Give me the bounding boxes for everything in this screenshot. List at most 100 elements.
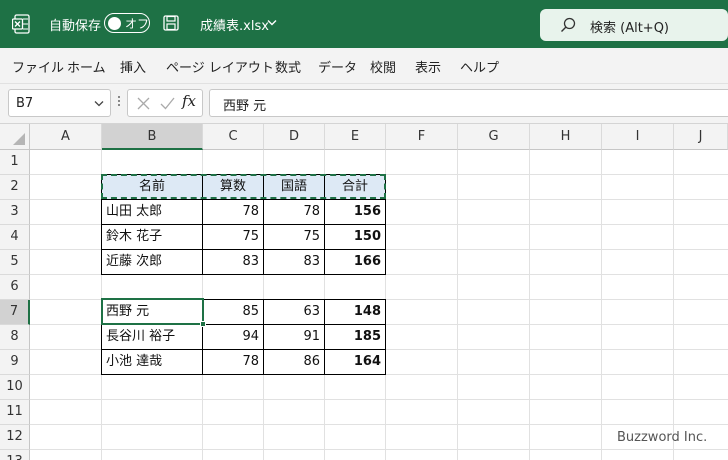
more-vertical-icon[interactable]: [117, 94, 121, 108]
row-header-4[interactable]: 4: [0, 225, 30, 250]
gridline: [457, 150, 458, 460]
name-box[interactable]: B7: [8, 89, 111, 117]
menu-formulas[interactable]: 数式: [275, 57, 301, 76]
row-header-8[interactable]: 8: [0, 325, 30, 350]
spreadsheet-grid[interactable]: A B C D E F G H I J 1 2 3 4 5 6 7 8 9 10…: [0, 124, 728, 460]
row-header-2[interactable]: 2: [0, 175, 30, 200]
cell-d9[interactable]: 86: [264, 350, 324, 375]
cell-c9[interactable]: 78: [203, 350, 263, 375]
title-bar: 自動保存 オフ 成績表.xlsx 検索 (Alt+Q): [0, 0, 728, 48]
header-cell-total[interactable]: 合計: [325, 175, 385, 200]
formula-tools: fx: [127, 89, 203, 117]
table-border: [101, 224, 386, 225]
cell-c5[interactable]: 83: [203, 250, 263, 275]
column-header-c[interactable]: C: [203, 124, 264, 150]
cell-d3[interactable]: 78: [264, 200, 324, 225]
fill-handle[interactable]: [200, 321, 206, 327]
search-placeholder: 検索 (Alt+Q): [590, 21, 670, 36]
autosave-toggle[interactable]: オフ: [104, 13, 150, 33]
search-box[interactable]: 検索 (Alt+Q): [540, 9, 728, 41]
insert-function-button[interactable]: fx: [182, 92, 196, 110]
column-header-b[interactable]: B: [102, 124, 203, 150]
cell-c4[interactable]: 75: [203, 225, 263, 250]
gridline: [30, 449, 728, 450]
column-header-e[interactable]: E: [325, 124, 386, 150]
cell-e4[interactable]: 150: [325, 225, 385, 250]
cell-c3[interactable]: 78: [203, 200, 263, 225]
gridline: [30, 424, 728, 425]
cell-b9[interactable]: 小池 達哉: [102, 350, 202, 375]
formula-value: 西野 元: [223, 99, 267, 114]
column-header-j[interactable]: J: [674, 124, 728, 150]
column-header-f[interactable]: F: [386, 124, 458, 150]
cell-b5[interactable]: 近藤 次郎: [102, 250, 202, 275]
table-border: [101, 324, 386, 325]
column-header-h[interactable]: H: [530, 124, 602, 150]
menu-data[interactable]: データ: [318, 57, 357, 76]
toggle-label: オフ: [125, 17, 150, 31]
menu-page-layout[interactable]: ページ レイアウト: [166, 57, 274, 76]
file-name[interactable]: 成績表.xlsx: [200, 15, 269, 34]
ribbon-menu: ファイル ホーム 挿入 ページ レイアウト 数式 データ 校閲 表示 ヘルプ: [0, 48, 728, 84]
cell-b3[interactable]: 山田 太郎: [102, 200, 202, 225]
row-header-7[interactable]: 7: [0, 300, 30, 325]
row-header-3[interactable]: 3: [0, 200, 30, 225]
gridline: [601, 150, 602, 460]
row-header-13[interactable]: 13: [0, 450, 30, 460]
cell-b8[interactable]: 長谷川 裕子: [102, 325, 202, 350]
autosave-label: 自動保存: [49, 19, 102, 34]
menu-help[interactable]: ヘルプ: [460, 57, 499, 76]
column-header-i[interactable]: I: [602, 124, 674, 150]
cell-d4[interactable]: 75: [264, 225, 324, 250]
chevron-down-icon[interactable]: [267, 19, 277, 26]
cell-d7[interactable]: 63: [264, 300, 324, 325]
row-header-1[interactable]: 1: [0, 150, 30, 175]
cell-e9[interactable]: 164: [325, 350, 385, 375]
header-cell-name[interactable]: 名前: [102, 175, 202, 200]
search-icon: [561, 17, 576, 32]
header-cell-japanese[interactable]: 国語: [264, 175, 324, 200]
menu-home[interactable]: ホーム: [67, 57, 106, 76]
menu-view[interactable]: 表示: [415, 57, 441, 76]
menu-review[interactable]: 校閲: [370, 57, 396, 76]
row-header-6[interactable]: 6: [0, 275, 30, 300]
cell-d5[interactable]: 83: [264, 250, 324, 275]
row-header-5[interactable]: 5: [0, 250, 30, 275]
cancel-icon[interactable]: [137, 97, 150, 110]
row-header-11[interactable]: 11: [0, 400, 30, 425]
column-header-a[interactable]: A: [30, 124, 102, 150]
cell-c7[interactable]: 85: [203, 300, 263, 325]
table-border: [263, 299, 264, 375]
cell-d8[interactable]: 91: [264, 325, 324, 350]
excel-logo-icon: [12, 14, 30, 34]
chevron-down-icon[interactable]: [94, 100, 104, 107]
cell-e3[interactable]: 156: [325, 200, 385, 225]
header-cell-math[interactable]: 算数: [203, 175, 263, 200]
row-header-12[interactable]: 12: [0, 425, 30, 450]
check-icon[interactable]: [160, 97, 175, 110]
row-header-9[interactable]: 9: [0, 350, 30, 375]
table-border: [101, 249, 386, 250]
table-border: [101, 349, 386, 350]
cell-e7[interactable]: 148: [325, 300, 385, 325]
table-border: [202, 299, 203, 375]
cell-b4[interactable]: 鈴木 花子: [102, 225, 202, 250]
gridline: [385, 150, 386, 460]
gridline: [30, 399, 728, 400]
formula-bar: B7 fx 西野 元: [0, 84, 728, 124]
table-border: [324, 299, 325, 375]
cell-c8[interactable]: 94: [203, 325, 263, 350]
cell-e8[interactable]: 185: [325, 325, 385, 350]
toggle-knob: [108, 16, 121, 30]
watermark: Buzzword Inc.: [617, 430, 708, 445]
column-header-g[interactable]: G: [458, 124, 530, 150]
menu-file[interactable]: ファイル: [12, 57, 64, 76]
formula-input[interactable]: 西野 元: [209, 89, 728, 117]
cell-e5[interactable]: 166: [325, 250, 385, 275]
select-all-button[interactable]: [0, 124, 30, 150]
cell-b7[interactable]: 西野 元: [102, 300, 202, 325]
menu-insert[interactable]: 挿入: [120, 57, 146, 76]
row-header-10[interactable]: 10: [0, 375, 30, 400]
column-header-d[interactable]: D: [264, 124, 325, 150]
save-icon[interactable]: [163, 15, 179, 31]
